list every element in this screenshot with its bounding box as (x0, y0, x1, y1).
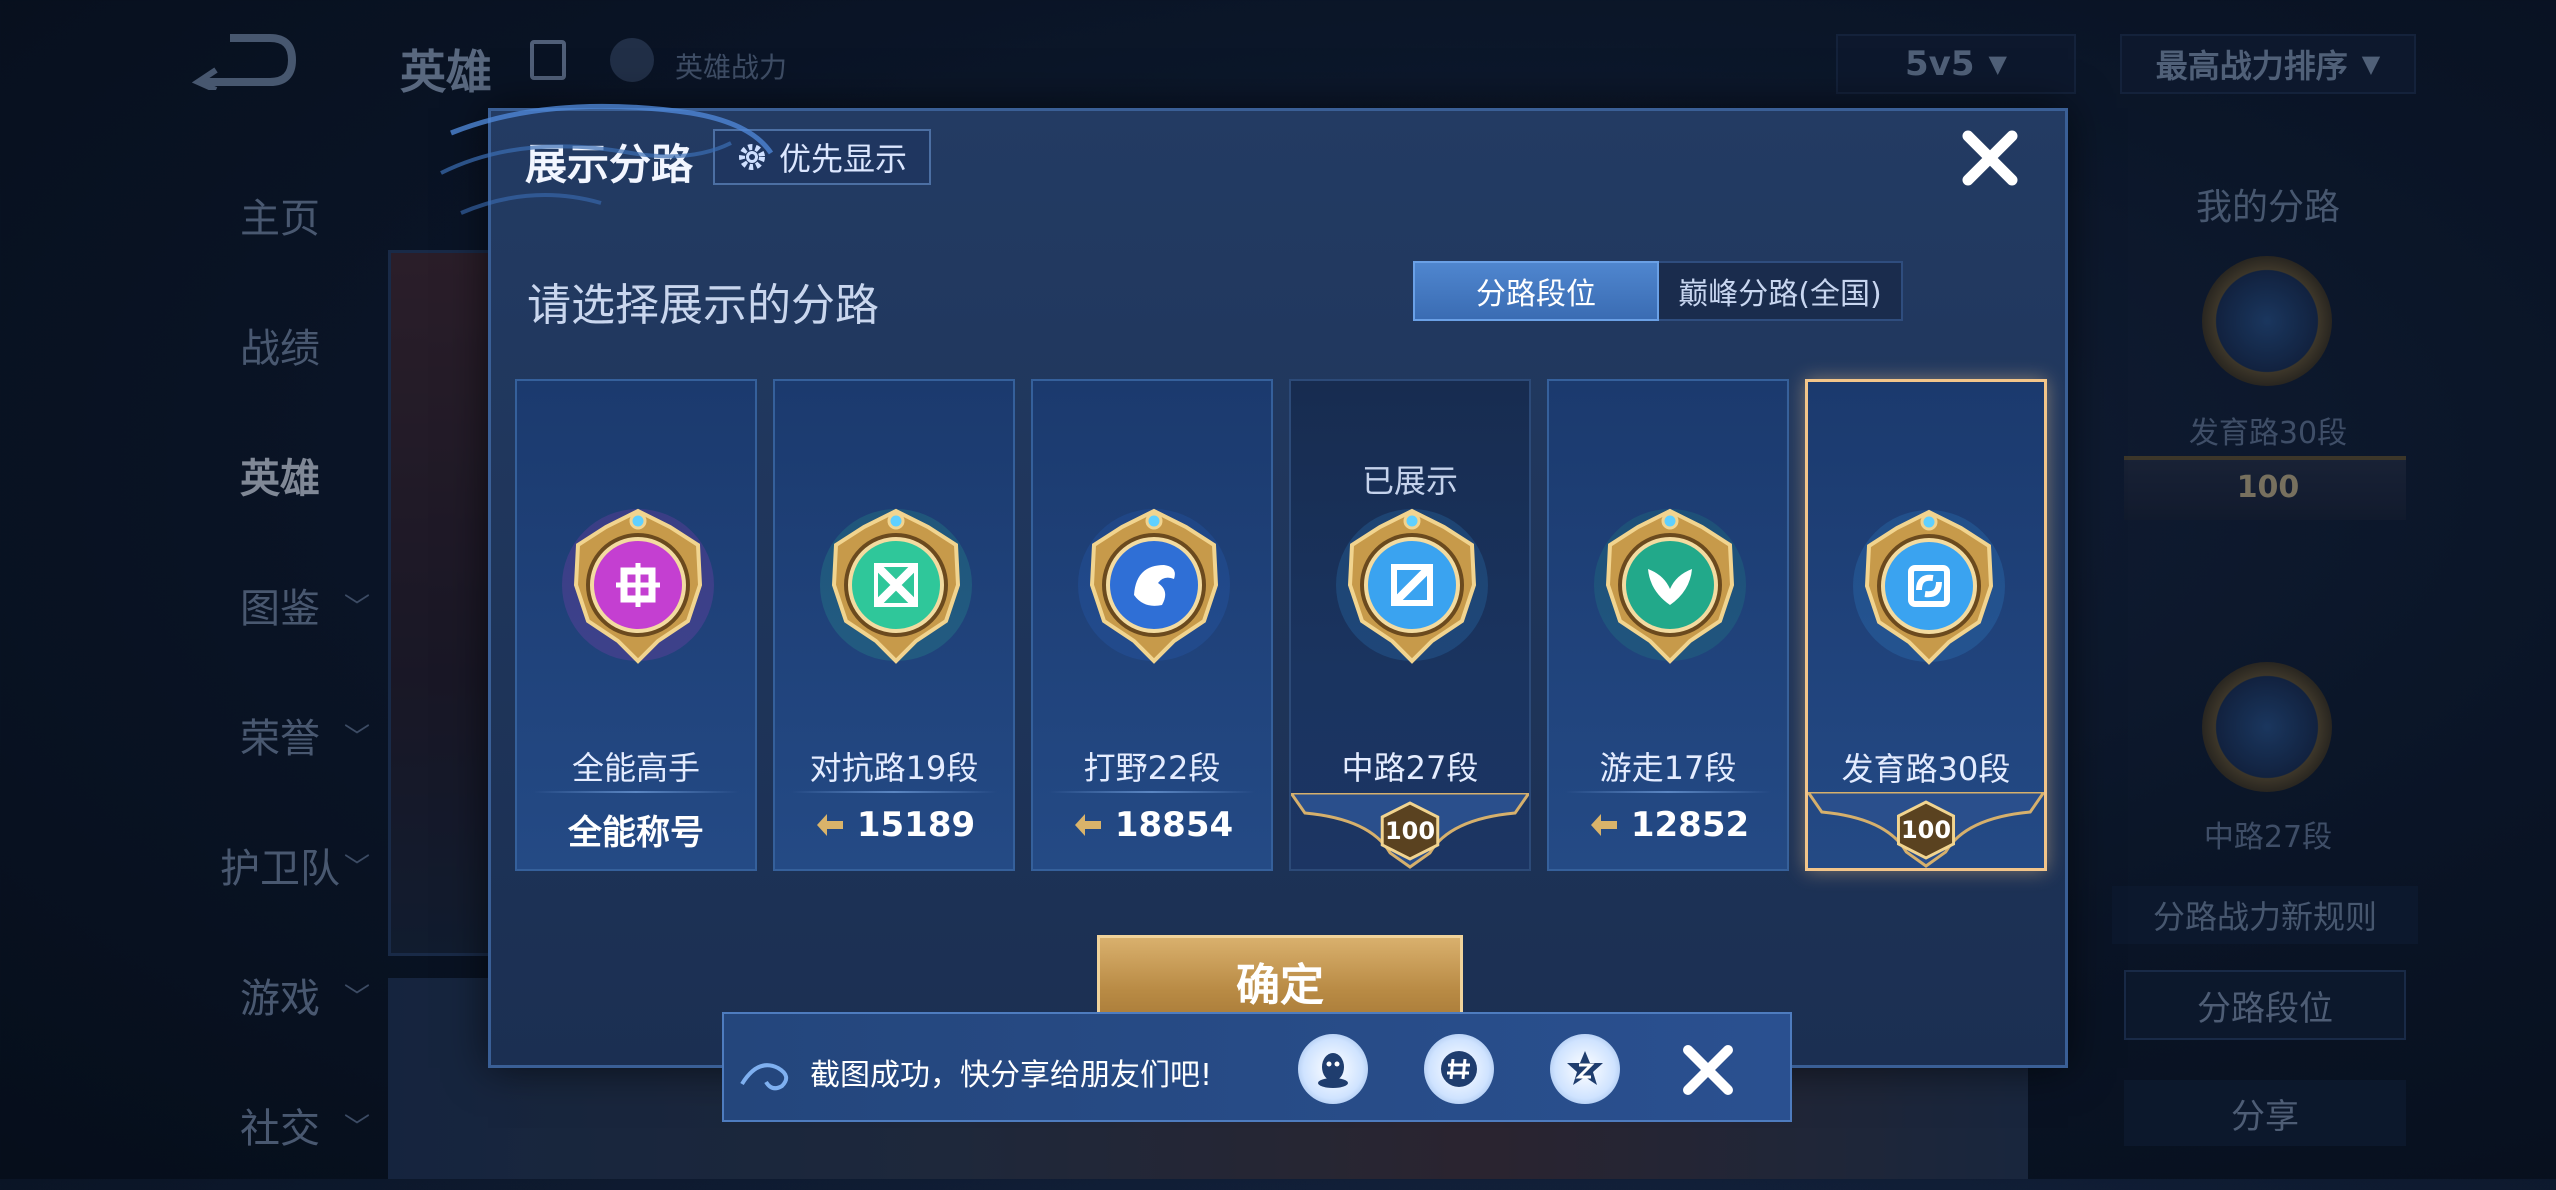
qq-share-button[interactable] (1298, 1034, 1368, 1104)
shown-label: 已展示 (1361, 462, 1458, 500)
priority-display-button[interactable]: 优先显示 (713, 129, 931, 185)
divider (533, 791, 739, 793)
wechat-moments-icon (1441, 1051, 1477, 1087)
lane-cards: 全能高手 全能称号 对抗路19段 15189 打野22段 18854 已展示 中… (515, 379, 2055, 879)
rank-value: 100 (1384, 817, 1436, 845)
lane-card-value: 全能称号 (517, 805, 755, 854)
rank-value: 100 (1900, 816, 1952, 844)
close-icon (1962, 130, 2018, 186)
all-round-badge-emblem (562, 508, 714, 664)
lane-type-tabs: 分路段位 巅峰分路(全国) (1413, 261, 1903, 321)
jungle-badge-emblem (1078, 508, 1230, 664)
power-icon (816, 814, 843, 836)
toast-message: 截图成功，快分享给朋友们吧! (810, 1058, 1213, 1093)
lane-card-name: 全能高手 (571, 749, 700, 787)
roam-badge-emblem (1594, 508, 1746, 664)
wechat-moments-share-button[interactable] (1424, 1034, 1494, 1104)
lane-card-farm[interactable]: 发育路30段 100 (1805, 379, 2047, 871)
lane-card-name: 发育路30段 (1841, 750, 2011, 788)
close-button[interactable] (1959, 127, 2021, 189)
all-round-badge-icon (558, 505, 718, 665)
close-icon (1683, 1045, 1733, 1095)
dialog-title: 展示分路 (525, 140, 694, 189)
lane-card-mid[interactable]: 已展示 中路27段 100 (1288, 379, 1532, 871)
priority-display-label: 优先显示 (778, 140, 907, 178)
lane-card-value: 18854 (1033, 805, 1271, 845)
clash-lane-badge-emblem (820, 508, 972, 664)
farm-lane-badge-icon (1849, 506, 2009, 666)
lane-card-roam[interactable]: 游走17段 12852 (1547, 379, 1789, 871)
mid-lane-badge-emblem (1336, 508, 1488, 664)
swirl-icon (740, 1063, 789, 1091)
jungle-badge-icon (1074, 505, 1234, 665)
divider (1565, 791, 1771, 793)
mid-lane-badge-icon (1332, 505, 1492, 665)
lane-card-all-round[interactable]: 全能高手 全能称号 (515, 379, 757, 871)
dialog-subtitle: 请选择展示的分路 (527, 280, 879, 331)
lane-card-name: 打野22段 (1083, 749, 1221, 787)
qzone-share-button[interactable] (1550, 1034, 1620, 1104)
power-icon (1074, 814, 1101, 836)
power-value: 12852 (1630, 805, 1750, 845)
divider (791, 791, 997, 793)
clash-lane-badge-icon (816, 505, 976, 665)
lane-card-value: 12852 (1549, 805, 1787, 845)
qq-icon (1318, 1053, 1348, 1088)
lane-card-clash[interactable]: 对抗路19段 15189 (773, 379, 1015, 871)
screenshot-toast: 截图成功，快分享给朋友们吧! (722, 1012, 1792, 1122)
show-lane-dialog: 展示分路 优先显示 请选择展示的分路 分路段位 巅峰分路(全国) 全能高手 全能… (440, 103, 2068, 1068)
lane-card-name: 对抗路19段 (809, 749, 979, 787)
lane-card-jungle[interactable]: 打野22段 18854 (1031, 379, 1273, 871)
tab-peak-lane[interactable]: 巅峰分路(全国) (1659, 261, 1903, 321)
divider (1049, 791, 1255, 793)
roam-badge-icon (1590, 505, 1750, 665)
power-icon (1590, 814, 1617, 836)
gear-icon (738, 144, 765, 170)
lane-card-name: 游走17段 (1599, 749, 1737, 787)
lane-card-value: 15189 (775, 805, 1013, 845)
title-label: 全能称号 (568, 813, 704, 853)
farm-lane-badge-emblem (1853, 509, 2005, 665)
tab-lane-rank[interactable]: 分路段位 (1413, 261, 1659, 321)
lane-card-name: 中路27段 (1341, 749, 1479, 787)
qzone-icon (1567, 1051, 1603, 1085)
power-value: 18854 (1114, 805, 1234, 845)
toast-close-button[interactable] (1676, 1038, 1740, 1102)
power-value: 15189 (856, 805, 976, 845)
